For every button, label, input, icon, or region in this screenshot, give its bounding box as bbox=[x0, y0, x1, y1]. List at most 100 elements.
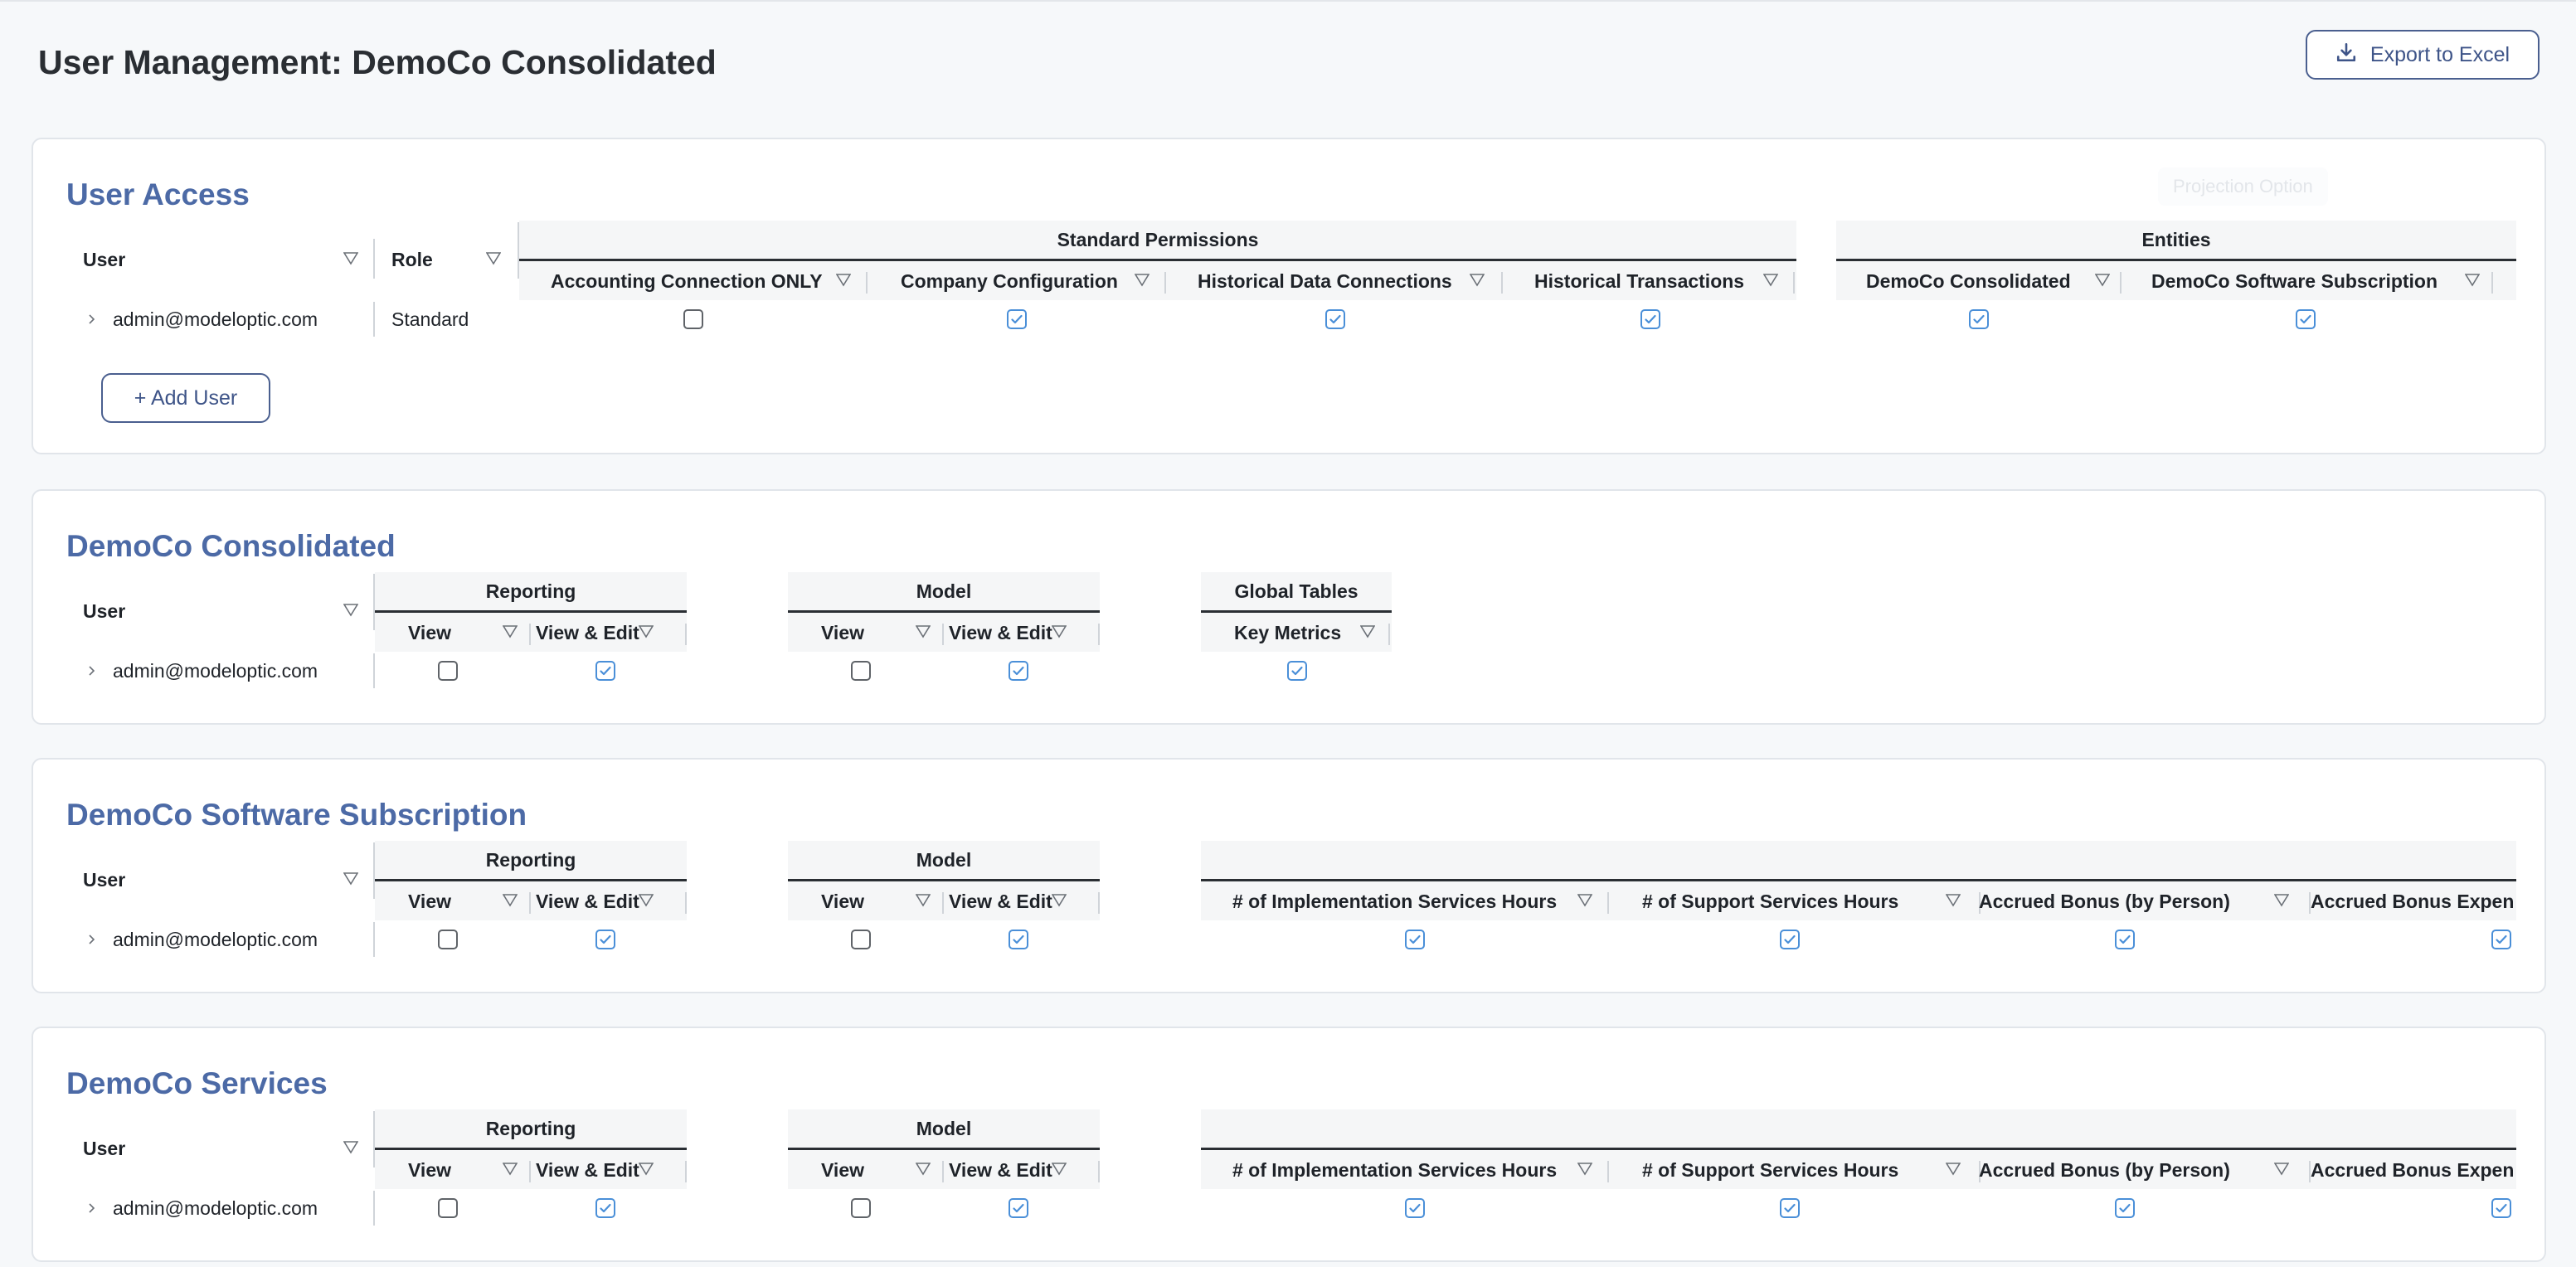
col-header-table: Key Metrics bbox=[1234, 621, 1342, 643]
model-group-underline bbox=[788, 879, 1100, 881]
permission-checkbox[interactable] bbox=[2115, 930, 2135, 949]
column-divider bbox=[942, 1161, 944, 1182]
filter-icon[interactable] bbox=[2274, 894, 2289, 907]
permission-checkbox[interactable] bbox=[1780, 930, 1800, 949]
checkbox-company-configuration[interactable] bbox=[1007, 309, 1027, 329]
column-divider bbox=[1098, 624, 1100, 645]
filter-icon[interactable] bbox=[343, 604, 358, 617]
filter-icon[interactable] bbox=[503, 894, 518, 907]
permission-checkbox[interactable] bbox=[2491, 930, 2511, 949]
col-header-historical-data-connections: Historical Data Connections bbox=[1198, 269, 1452, 292]
filter-icon[interactable] bbox=[486, 252, 501, 265]
filter-icon[interactable] bbox=[916, 625, 931, 638]
permission-checkbox[interactable] bbox=[2115, 1198, 2135, 1218]
filter-icon[interactable] bbox=[1052, 894, 1067, 907]
col-header-table: # of Implementation Services Hours bbox=[1232, 890, 1558, 912]
user-email: admin@modeloptic.com bbox=[113, 1197, 318, 1219]
permission-checkbox[interactable] bbox=[851, 930, 871, 949]
expand-chevron-icon[interactable] bbox=[86, 313, 98, 325]
model-group-label: Model bbox=[916, 1118, 972, 1139]
model-group-label: Model bbox=[916, 580, 972, 602]
user-access-title: User Access bbox=[66, 177, 250, 211]
page-title: User Management: DemoCo Consolidated bbox=[38, 43, 717, 81]
filter-icon[interactable] bbox=[1577, 1163, 1592, 1176]
section-title: DemoCo Consolidated bbox=[66, 529, 396, 563]
col-header-view: View bbox=[408, 890, 451, 912]
col-header-view-edit: View & Edit bbox=[949, 621, 1052, 643]
permission-checkbox[interactable] bbox=[595, 661, 615, 681]
filter-icon[interactable] bbox=[2274, 1163, 2289, 1176]
permission-checkbox[interactable] bbox=[1405, 930, 1425, 949]
filter-icon[interactable] bbox=[343, 252, 358, 265]
reporting-group-underline bbox=[375, 879, 687, 881]
permission-checkbox[interactable] bbox=[595, 930, 615, 949]
filter-icon[interactable] bbox=[1470, 274, 1485, 287]
col-header-view: View bbox=[821, 1158, 864, 1181]
column-divider bbox=[373, 922, 375, 957]
filter-icon[interactable] bbox=[639, 1163, 654, 1176]
checkbox-democo-consolidated[interactable] bbox=[1969, 309, 1989, 329]
permission-checkbox[interactable] bbox=[1009, 930, 1028, 949]
filter-icon[interactable] bbox=[343, 872, 358, 886]
permission-checkbox[interactable] bbox=[1287, 661, 1307, 681]
column-divider bbox=[373, 239, 375, 279]
filter-icon[interactable] bbox=[343, 1141, 358, 1154]
filter-icon[interactable] bbox=[503, 1163, 518, 1176]
reporting-group-underline bbox=[375, 1148, 687, 1150]
filter-icon[interactable] bbox=[1577, 894, 1592, 907]
filter-icon[interactable] bbox=[836, 274, 851, 287]
permission-checkbox[interactable] bbox=[851, 1198, 871, 1218]
filter-icon[interactable] bbox=[1763, 274, 1778, 287]
expand-chevron-icon[interactable] bbox=[86, 934, 98, 945]
column-divider bbox=[2491, 272, 2493, 294]
user-email: admin@modeloptic.com bbox=[113, 929, 318, 950]
col-header-view-edit: View & Edit bbox=[949, 1158, 1052, 1181]
model-group-underline bbox=[788, 1148, 1100, 1150]
filter-icon[interactable] bbox=[1946, 1163, 1961, 1176]
col-header-view: View bbox=[821, 621, 864, 643]
filter-icon[interactable] bbox=[1052, 1163, 1067, 1176]
permission-checkbox[interactable] bbox=[1009, 1198, 1028, 1218]
filter-icon[interactable] bbox=[639, 894, 654, 907]
filter-icon[interactable] bbox=[2465, 274, 2480, 287]
col-header-role: Role bbox=[391, 248, 433, 270]
permission-checkbox[interactable] bbox=[1405, 1198, 1425, 1218]
column-divider bbox=[685, 892, 687, 914]
filter-icon[interactable] bbox=[916, 894, 931, 907]
permission-checkbox[interactable] bbox=[1009, 661, 1028, 681]
col-header-democo-software-subscription: DemoCo Software Subscription bbox=[2151, 269, 2438, 292]
add-user-button[interactable]: + Add User bbox=[101, 373, 270, 423]
filter-icon[interactable] bbox=[2095, 274, 2110, 287]
export-to-excel-button[interactable]: Export to Excel bbox=[2306, 30, 2540, 80]
column-divider bbox=[373, 653, 375, 688]
column-divider bbox=[373, 302, 375, 337]
col-header-accounting-connection: Accounting Connection ONLY bbox=[551, 269, 823, 292]
permission-checkbox[interactable] bbox=[438, 661, 458, 681]
filter-icon[interactable] bbox=[1946, 894, 1961, 907]
filter-icon[interactable] bbox=[1052, 625, 1067, 638]
permission-checkbox[interactable] bbox=[438, 1198, 458, 1218]
column-divider bbox=[1388, 624, 1390, 645]
checkbox-historical-data-connections[interactable] bbox=[1325, 309, 1345, 329]
permission-checkbox[interactable] bbox=[851, 661, 871, 681]
checkbox-historical-transactions[interactable] bbox=[1640, 309, 1660, 329]
permission-checkbox[interactable] bbox=[2491, 1198, 2511, 1218]
section-title: DemoCo Software Subscription bbox=[66, 798, 527, 832]
third-group-underline bbox=[1201, 610, 1392, 613]
filter-icon[interactable] bbox=[916, 1163, 931, 1176]
col-header-historical-transactions: Historical Transactions bbox=[1534, 269, 1745, 292]
permission-checkbox[interactable] bbox=[438, 930, 458, 949]
model-group-underline bbox=[788, 610, 1100, 613]
col-header-table: # of Support Services Hours bbox=[1642, 890, 1899, 912]
expand-chevron-icon[interactable] bbox=[86, 665, 98, 677]
permission-checkbox[interactable] bbox=[1780, 1198, 1800, 1218]
filter-icon[interactable] bbox=[1360, 625, 1375, 638]
expand-chevron-icon[interactable] bbox=[86, 1202, 98, 1214]
checkbox-democo-software-subscription[interactable] bbox=[2296, 309, 2316, 329]
filter-icon[interactable] bbox=[503, 625, 518, 638]
filter-icon[interactable] bbox=[1135, 274, 1149, 287]
filter-icon[interactable] bbox=[639, 625, 654, 638]
checkbox-accounting-connection[interactable] bbox=[683, 309, 703, 329]
col-header-user: User bbox=[83, 1137, 126, 1159]
permission-checkbox[interactable] bbox=[595, 1198, 615, 1218]
